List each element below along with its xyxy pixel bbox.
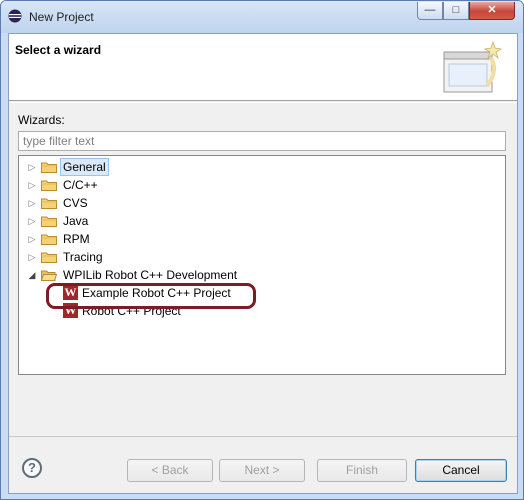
annotation-highlight-ring [46, 283, 256, 309]
tree-item-label: General [60, 158, 109, 176]
button-bar-separator [9, 436, 517, 437]
tree-item-tracing[interactable]: ▷ Tracing [19, 248, 499, 266]
expand-arrow-icon[interactable]: ▷ [27, 212, 37, 230]
help-icon: ? [28, 460, 36, 475]
wizard-window-icon [443, 40, 503, 93]
cancel-button[interactable]: Cancel [415, 459, 507, 482]
folder-icon [41, 198, 57, 209]
wizard-banner: Select a wizard [9, 34, 517, 101]
wizards-label: Wizards: [18, 113, 65, 127]
folder-icon [41, 180, 57, 191]
next-button[interactable]: Next > [219, 459, 305, 482]
tree-item-rpm[interactable]: ▷ RPM [19, 230, 499, 248]
tree-item-label: CVS [63, 196, 88, 210]
tree-item-cvs[interactable]: ▷ CVS [19, 194, 499, 212]
collapse-arrow-icon[interactable]: ◢ [27, 266, 37, 284]
tree-item-general[interactable]: ▷ General [19, 158, 499, 176]
back-button[interactable]: < Back [127, 459, 213, 482]
help-button[interactable]: ? [22, 458, 42, 478]
expand-arrow-icon[interactable]: ▷ [27, 230, 37, 248]
maximize-button[interactable]: □ [443, 2, 469, 20]
close-icon: ✕ [487, 4, 497, 16]
finish-button[interactable]: Finish [317, 459, 407, 482]
banner-separator [9, 102, 517, 103]
tree-item-c-cpp[interactable]: ▷ C/C++ [19, 176, 499, 194]
filter-input[interactable] [18, 131, 506, 151]
folder-open-icon [41, 270, 57, 281]
minimize-icon: — [424, 4, 436, 16]
tree-item-label: Java [63, 214, 89, 228]
new-project-window: New Project — □ ✕ Select a wizard Wizard… [0, 0, 524, 500]
expand-arrow-icon[interactable]: ▷ [27, 248, 37, 266]
dialog-body: Select a wizard Wizards: ▷ General ▷ [8, 33, 518, 494]
tree-item-label: Tracing [63, 250, 103, 264]
eclipse-icon [8, 9, 22, 23]
folder-icon [41, 162, 57, 173]
tree-item-java[interactable]: ▷ Java [19, 212, 499, 230]
wizard-tree[interactable]: ▷ General ▷ C/C++ ▷ CVS ▷ Java ▷ RPM ▷ T… [18, 155, 506, 375]
expand-arrow-icon[interactable]: ▷ [27, 176, 37, 194]
title-bar[interactable]: New Project — □ ✕ [1, 1, 523, 33]
minimize-button[interactable]: — [417, 2, 443, 20]
tree-item-label: C/C++ [63, 178, 98, 192]
expand-arrow-icon[interactable]: ▷ [27, 158, 37, 176]
folder-icon [41, 234, 57, 245]
maximize-icon: □ [452, 4, 460, 16]
expand-arrow-icon[interactable]: ▷ [27, 194, 37, 212]
tree-item-wpilib-robot-cpp-development[interactable]: ◢ WPILib Robot C++ Development [19, 266, 499, 284]
tree-item-label: WPILib Robot C++ Development [63, 268, 238, 282]
page-title: Select a wizard [15, 43, 102, 57]
tree-item-label: RPM [63, 232, 90, 246]
folder-icon [41, 216, 57, 227]
close-button[interactable]: ✕ [469, 2, 515, 20]
folder-icon [41, 252, 57, 263]
window-title: New Project [29, 10, 94, 24]
